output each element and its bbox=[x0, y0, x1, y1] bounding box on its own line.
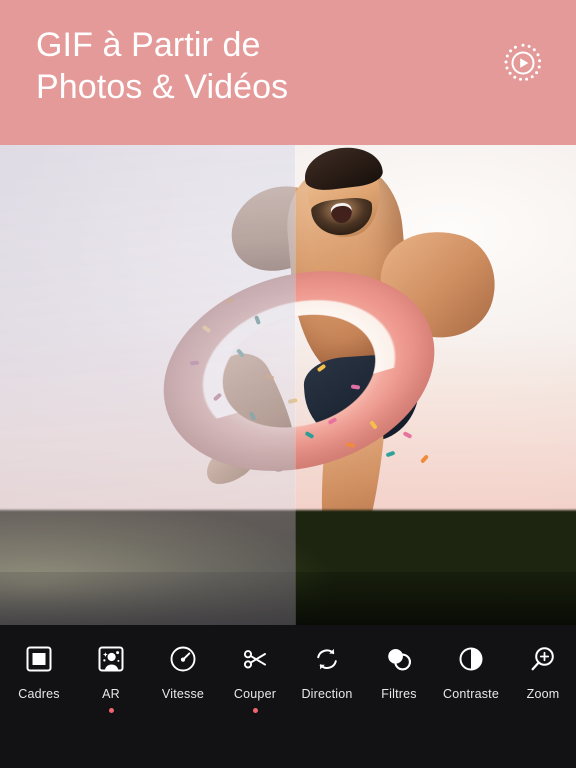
app-root: GIF à Partir de Photos & Vidéos Cadres A… bbox=[0, 0, 576, 768]
toolbar-item-label: Cadres bbox=[18, 687, 60, 701]
toolbar-item-label: Vitesse bbox=[161, 687, 205, 701]
ar-portrait-icon[interactable] bbox=[95, 643, 127, 675]
magnifier-icon[interactable] bbox=[527, 643, 559, 675]
photo-preview[interactable] bbox=[0, 145, 576, 625]
toolbar-item-label: Couper bbox=[233, 687, 277, 701]
toolbar-item-filtres[interactable]: Filtres bbox=[363, 643, 435, 713]
toolbar-item-direction[interactable]: Direction bbox=[291, 643, 363, 713]
toolbar-item-zoom[interactable]: Zoom bbox=[507, 643, 576, 713]
page-title: GIF à Partir de Photos & Vidéos bbox=[36, 26, 289, 106]
half-filled-circle-icon[interactable] bbox=[455, 643, 487, 675]
photo-image bbox=[0, 145, 576, 625]
toolbar-item-contraste[interactable]: Contraste bbox=[435, 643, 507, 713]
app-header: GIF à Partir de Photos & Vidéos bbox=[0, 0, 576, 145]
toolbar-item-label: AR bbox=[102, 687, 120, 701]
toolbar-item-ar[interactable]: AR bbox=[75, 643, 147, 713]
scissors-icon[interactable] bbox=[239, 643, 271, 675]
play-in-dotted-circle-icon[interactable] bbox=[500, 40, 546, 86]
toolbar-item-vitesse[interactable]: Vitesse bbox=[147, 643, 219, 713]
toolbar-item-label: Filtres bbox=[381, 687, 417, 701]
loop-arrows-icon[interactable] bbox=[311, 643, 343, 675]
speedometer-icon[interactable] bbox=[167, 643, 199, 675]
toolbar-item-new-badge bbox=[252, 708, 258, 713]
sprinkle bbox=[385, 450, 396, 458]
frame-icon[interactable] bbox=[23, 643, 55, 675]
toolbar-item-new-badge bbox=[108, 708, 114, 713]
toolbar-item-label: Zoom bbox=[526, 687, 560, 701]
toolbar-item-label: Contraste bbox=[443, 687, 499, 701]
hedge-shadow bbox=[0, 572, 576, 625]
toolbar-item-couper[interactable]: Couper bbox=[219, 643, 291, 713]
editor-toolbar: Cadres AR Vitesse Couper Direction Filtres Con… bbox=[0, 625, 576, 768]
overlapping-circles-icon[interactable] bbox=[383, 643, 415, 675]
toolbar-item-cadres[interactable]: Cadres bbox=[3, 643, 75, 713]
sprinkle bbox=[402, 431, 413, 439]
toolbar-item-label: Direction bbox=[301, 687, 353, 701]
sprinkle bbox=[420, 454, 430, 464]
